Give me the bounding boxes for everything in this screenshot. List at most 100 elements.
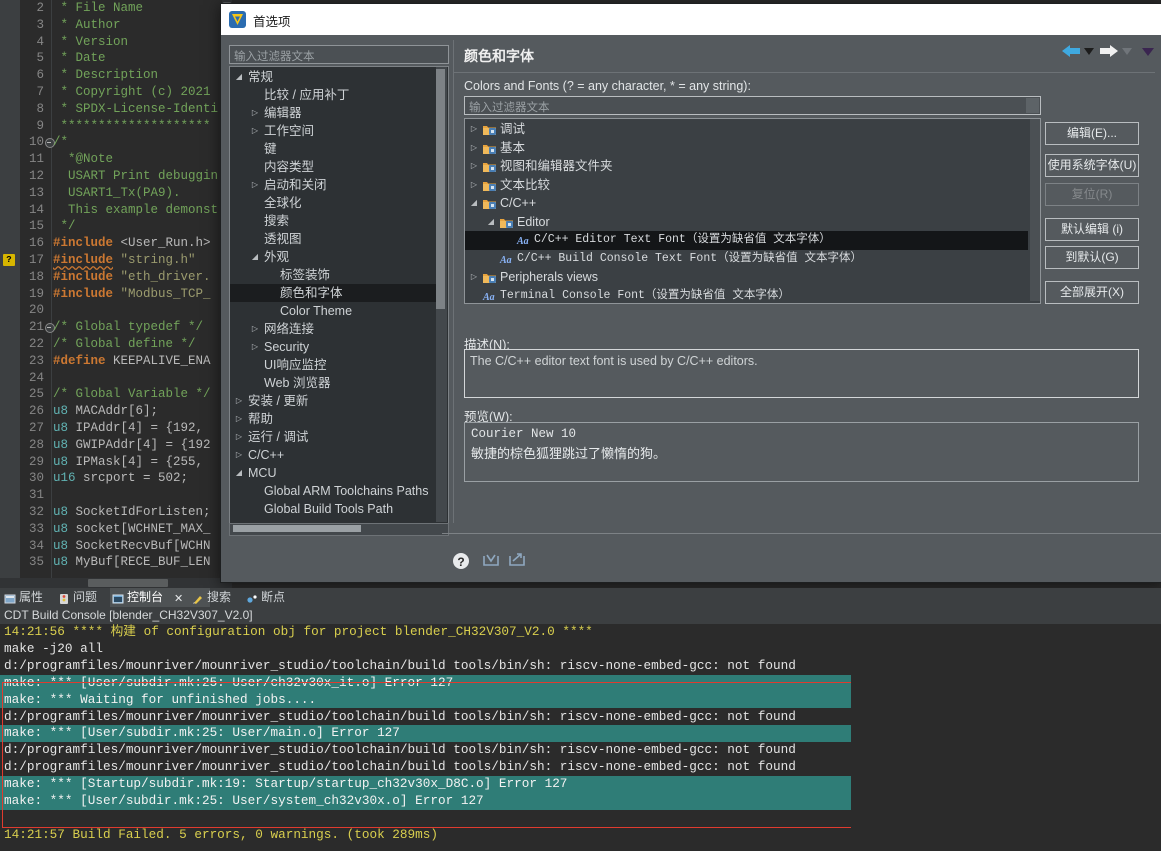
chevron-down-icon[interactable]: ◢ xyxy=(234,464,244,482)
code-line[interactable]: 7 * Copyright (c) 2021 xyxy=(0,84,232,101)
preferences-tree-item[interactable]: 比较 / 应用补丁 xyxy=(230,86,436,104)
chevron-right-icon[interactable]: ▷ xyxy=(234,410,244,428)
font-action-button[interactable]: 到默认(G) xyxy=(1045,246,1139,269)
tree-vertical-scrollbar-thumb[interactable] xyxy=(436,69,445,309)
preferences-tree-item[interactable]: ◢ MCU xyxy=(230,464,436,482)
code-line[interactable]: 9 ******************** xyxy=(0,118,232,135)
font-action-button[interactable]: 编辑(E)... xyxy=(1045,122,1139,145)
code-line[interactable]: 30 u16 srcport = 502; xyxy=(0,470,232,487)
preferences-tree-item[interactable]: ▷ 帮助 xyxy=(230,410,436,428)
view-tab[interactable]: 断点 xyxy=(244,588,318,607)
chevron-down-icon[interactable]: ◢ xyxy=(234,68,244,86)
chevron-right-icon[interactable]: ▷ xyxy=(469,157,479,176)
code-line[interactable]: 8 * SPDX-License-Identi xyxy=(0,101,232,118)
preferences-tree-item[interactable]: Global Build Tools Path xyxy=(230,500,436,518)
dialog-title-bar[interactable] xyxy=(221,4,1161,35)
editor-horizontal-scrollbar-thumb[interactable] xyxy=(88,579,168,587)
chevron-right-icon[interactable]: ▷ xyxy=(234,428,244,446)
navigation-arrows[interactable] xyxy=(1060,40,1156,62)
tree-horizontal-scrollbar-thumb[interactable] xyxy=(233,525,361,532)
chevron-right-icon[interactable]: ▷ xyxy=(469,176,479,195)
preferences-tree-item[interactable]: ▷ 工作空间 xyxy=(230,122,436,140)
preferences-tree-item[interactable]: ▷ 启动和关闭 xyxy=(230,176,436,194)
tree-vertical-scrollbar-track[interactable] xyxy=(436,67,447,522)
font-tree-scrollbar-track[interactable] xyxy=(1030,119,1040,301)
code-line[interactable]: 6 * Description xyxy=(0,67,232,84)
preferences-tree-item[interactable]: Global ARM Toolchains Paths xyxy=(230,482,436,500)
console-output[interactable]: 14:21:56 **** 构建 of configuration obj fo… xyxy=(0,624,1161,851)
font-action-button[interactable]: 默认编辑 (i) xyxy=(1045,218,1139,241)
code-line[interactable]: 32 u8 SocketIdForListen; xyxy=(0,504,232,521)
chevron-right-icon[interactable]: ▷ xyxy=(234,392,244,410)
code-line[interactable]: 22 /* Global define */ xyxy=(0,336,232,353)
preferences-tree-item[interactable]: 透视图 xyxy=(230,230,436,248)
preferences-tree-item[interactable]: ▷ 运行 / 调试 xyxy=(230,428,436,446)
code-line[interactable]: 3 * Author xyxy=(0,17,232,34)
font-category-tree[interactable]: ▷ 调试 ▷ 基本 ▷ 视图和编辑器文件夹 ▷ 文本比较 ◢ C/C++ ◢ Editor Aa C/C+… xyxy=(464,118,1041,304)
chevron-right-icon[interactable]: ▷ xyxy=(469,120,479,139)
font-tree-item[interactable]: ◢ C/C++ xyxy=(465,194,1028,213)
code-line[interactable]: 34 u8 SocketRecvBuf[WCHN xyxy=(0,538,232,555)
preferences-tree-item[interactable]: 颜色和字体 xyxy=(230,284,436,302)
chevron-right-icon[interactable]: ▷ xyxy=(250,104,260,122)
chevron-down-icon[interactable]: ◢ xyxy=(250,248,260,266)
font-tree-item[interactable]: Aa Terminal Console Font（设置为缺省值 文本字体） xyxy=(465,287,1028,304)
code-line[interactable]: 33 u8 socket[WCHNET_MAX_ xyxy=(0,521,232,538)
chevron-right-icon[interactable]: ▷ xyxy=(469,268,479,287)
code-line[interactable]: 20 xyxy=(0,302,232,319)
chevron-right-icon[interactable]: ▷ xyxy=(250,338,260,356)
code-line[interactable]: 24 xyxy=(0,370,232,387)
preferences-tree-item[interactable]: ◢ 外观 xyxy=(230,248,436,266)
code-line[interactable]: 11 *@Note xyxy=(0,151,232,168)
font-tree-item[interactable]: ▷ 文本比较 xyxy=(465,176,1028,195)
preferences-tree-item[interactable]: 搜索 xyxy=(230,212,436,230)
font-tree-item[interactable]: ◢ Editor xyxy=(465,213,1028,232)
preferences-tree-item[interactable]: 全球化 xyxy=(230,194,436,212)
code-line[interactable]: 28 u8 GWIPAddr[4] = {192 xyxy=(0,437,232,454)
code-line[interactable]: 12 USART Print debuggin xyxy=(0,168,232,185)
code-line[interactable]: 10 /* xyxy=(0,134,232,151)
code-line[interactable]: 25 /* Global Variable */ xyxy=(0,386,232,403)
preferences-tree-item[interactable]: ▷ C/C++ xyxy=(230,446,436,464)
code-editor[interactable]: 2 * File Name 3 * Author 4 * Version 5 * Da… xyxy=(0,0,232,588)
preferences-tree-item[interactable]: ◢ 常规 xyxy=(230,68,436,86)
preferences-tree-item[interactable]: 键 xyxy=(230,140,436,158)
code-line[interactable]: 2 * File Name xyxy=(0,0,232,17)
code-line[interactable]: 4 * Version xyxy=(0,34,232,51)
chevron-right-icon[interactable]: ▷ xyxy=(250,320,260,338)
code-line[interactable]: 15 */ xyxy=(0,218,232,235)
code-line[interactable]: 31 xyxy=(0,487,232,504)
code-line[interactable]: 19 #include "Modbus_TCP_ xyxy=(0,286,232,303)
font-tree-item[interactable]: ▷ 基本 xyxy=(465,139,1028,158)
font-tree-item[interactable]: ▷ Peripherals views xyxy=(465,268,1028,287)
chevron-right-icon[interactable]: ▷ xyxy=(234,446,244,464)
chevron-down-icon[interactable]: ◢ xyxy=(486,213,496,232)
code-line[interactable]: 14 This example demonst xyxy=(0,202,232,219)
code-line[interactable]: 23 #define KEEPALIVE_ENA xyxy=(0,353,232,370)
preferences-tree-item[interactable]: 内容类型 xyxy=(230,158,436,176)
preferences-tree-item[interactable]: Color Theme xyxy=(230,302,436,320)
preferences-tree-item[interactable]: UI响应监控 xyxy=(230,356,436,374)
code-line[interactable]: 27 u8 IPAddr[4] = {192, xyxy=(0,420,232,437)
font-tree-item[interactable]: Aa C/C++ Editor Text Font（设置为缺省值 文本字体） xyxy=(465,231,1028,250)
code-line[interactable]: 29 u8 IPMask[4] = {255, xyxy=(0,454,232,471)
chevron-down-icon[interactable]: ◢ xyxy=(469,194,479,213)
code-line[interactable]: 21 /* Global typedef */ xyxy=(0,319,232,336)
font-tree-item[interactable]: ▷ 调试 xyxy=(465,120,1028,139)
code-line[interactable]: 26 u8 MACAddr[6]; xyxy=(0,403,232,420)
code-line[interactable]: 13 USART1_Tx(PA9). xyxy=(0,185,232,202)
chevron-right-icon[interactable]: ▷ xyxy=(250,122,260,140)
preferences-filter-input[interactable]: 输入过滤器文本 xyxy=(229,45,449,64)
font-action-button[interactable]: 全部展开(X) xyxy=(1045,281,1139,304)
preferences-tree-item[interactable]: ▷ 编辑器 xyxy=(230,104,436,122)
font-tree-item[interactable]: ▷ 视图和编辑器文件夹 xyxy=(465,157,1028,176)
code-lines[interactable]: 2 * File Name 3 * Author 4 * Version 5 * Da… xyxy=(0,0,232,588)
code-line[interactable]: 18 #include "eth_driver. xyxy=(0,269,232,286)
clear-filter-icon[interactable] xyxy=(1026,98,1039,113)
chevron-right-icon[interactable]: ▷ xyxy=(250,176,260,194)
colors-fonts-filter-input[interactable]: 输入过滤器文本 xyxy=(464,96,1041,115)
preferences-tree-item[interactable]: ▷ 安装 / 更新 xyxy=(230,392,436,410)
code-line[interactable]: 16 #include <User_Run.h> xyxy=(0,235,232,252)
code-line[interactable]: 35 u8 MyBuf[RECE_BUF_LEN xyxy=(0,554,232,571)
preferences-tree-item[interactable]: Web 浏览器 xyxy=(230,374,436,392)
